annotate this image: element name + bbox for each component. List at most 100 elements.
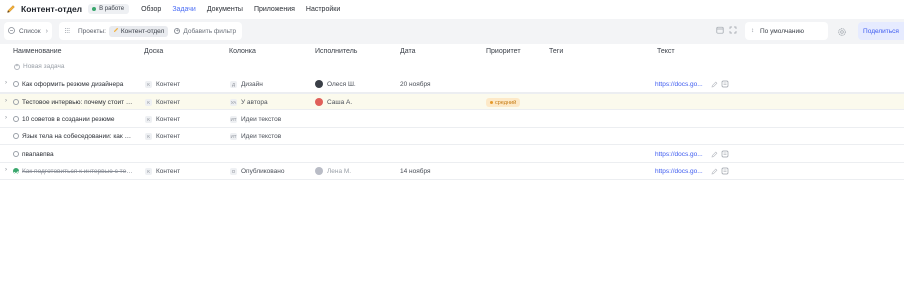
text-link[interactable]: https://docs.go... — [655, 168, 704, 175]
table-row[interactable]: › Тестовое интервью: почему стоит пр... … — [0, 93, 904, 110]
column-icon: О — [230, 168, 237, 175]
board-icon: К — [145, 116, 152, 123]
date-cell[interactable]: 14 ноября — [400, 168, 431, 175]
assignee-cell[interactable]: Лена М. — [327, 168, 351, 175]
edit-icon[interactable] — [710, 167, 718, 175]
table-row[interactable]: Язык тела на собеседовании: как пр... К … — [0, 128, 904, 145]
sort-icon: ↕ — [751, 28, 754, 34]
document-icon[interactable] — [721, 150, 729, 158]
nav-overview[interactable]: Обзор — [141, 6, 161, 13]
nav-documents[interactable]: Документы — [207, 6, 243, 13]
new-task-label: Новая задача — [23, 63, 65, 70]
board-cell[interactable]: Контент — [156, 99, 180, 106]
table-row[interactable]: пвапавпва https://docs.go... — [0, 146, 904, 163]
col-header-board[interactable]: Доска — [144, 48, 163, 55]
task-status-circle[interactable] — [13, 81, 19, 87]
expand-arrow-icon[interactable]: › — [5, 167, 7, 173]
column-cell[interactable]: У автора — [241, 99, 268, 106]
col-header-assignee[interactable]: Исполнитель — [315, 48, 357, 55]
calendar-icon[interactable] — [714, 24, 725, 35]
date-cell[interactable]: 20 ноября — [400, 81, 431, 88]
col-header-column[interactable]: Колонка — [229, 48, 256, 55]
filter-icon — [64, 27, 71, 36]
board-icon: К — [145, 168, 152, 175]
edit-icon[interactable] — [710, 150, 718, 158]
view-tools — [714, 24, 740, 35]
column-cell[interactable]: Опубликовано — [241, 168, 285, 175]
project-title: Контент-отдел — [21, 4, 83, 14]
plus-icon: + — [174, 27, 181, 34]
board-cell[interactable]: Контент — [156, 116, 180, 123]
table-row[interactable]: › Как подготовиться к интервью с теп... … — [0, 163, 904, 180]
table-header: Наименование Доска Колонка Исполнитель Д… — [0, 46, 904, 58]
column-icon: ИТ — [230, 116, 237, 123]
nav-settings[interactable]: Настройки — [306, 6, 340, 13]
task-status-circle[interactable] — [13, 133, 19, 139]
task-name[interactable]: пвапавпва — [22, 151, 133, 158]
status-badge[interactable]: В работе — [88, 4, 130, 14]
board-cell[interactable]: Контент — [156, 168, 180, 175]
text-link[interactable]: https://docs.go... — [655, 151, 704, 158]
priority-badge[interactable]: средний — [486, 98, 521, 107]
board-icon: К — [145, 133, 152, 140]
pencil-icon — [113, 27, 119, 35]
task-status-circle[interactable] — [13, 151, 19, 157]
plus-icon: + — [14, 63, 20, 70]
document-icon[interactable] — [721, 167, 729, 175]
expand-arrow-icon[interactable]: › — [5, 80, 7, 86]
column-cell[interactable]: Дизайн — [241, 81, 263, 88]
filter-bar: Проекты: Контент-отдел + Добавить фильтр — [59, 22, 242, 40]
column-cell[interactable]: Идеи текстов — [241, 133, 281, 140]
new-task-button[interactable]: + Новая задача — [14, 63, 65, 70]
projects-filter-label: Проекты: — [78, 27, 106, 35]
expand-arrow-icon[interactable]: › — [5, 98, 7, 104]
sort-label: По умолчанию — [760, 27, 804, 35]
column-cell[interactable]: Идеи текстов — [241, 116, 281, 123]
task-name[interactable]: Как подготовиться к интервью с теп... — [22, 168, 133, 175]
task-done-icon[interactable] — [13, 168, 19, 174]
edit-icon[interactable] — [710, 80, 718, 88]
expand-icon[interactable] — [727, 24, 738, 35]
sort-select[interactable]: ↕ По умолчанию — [745, 22, 828, 40]
task-name[interactable]: Язык тела на собеседовании: как пр... — [22, 133, 133, 140]
project-filter-chip[interactable]: Контент-отдел — [108, 25, 169, 37]
col-header-tags[interactable]: Теги — [549, 48, 563, 55]
main-nav: Обзор Задачи Документы Приложения Настро… — [141, 6, 351, 13]
share-button[interactable]: Поделиться — [858, 22, 904, 40]
col-header-text[interactable]: Текст — [657, 48, 675, 55]
board-cell[interactable]: Контент — [156, 133, 180, 140]
view-select[interactable]: Список › — [4, 22, 52, 40]
list-icon — [8, 26, 15, 36]
gear-icon[interactable] — [836, 26, 847, 37]
task-status-circle[interactable] — [13, 116, 19, 122]
task-name[interactable]: Как оформить резюме дизайнера — [22, 81, 133, 88]
avatar — [315, 167, 323, 175]
nav-apps[interactable]: Приложения — [254, 6, 295, 13]
view-label: Список — [19, 27, 41, 35]
expand-arrow-icon[interactable]: › — [5, 115, 7, 121]
column-icon: УА — [230, 99, 237, 106]
col-header-date[interactable]: Дата — [400, 48, 416, 55]
add-filter-button[interactable]: + Добавить фильтр — [174, 28, 236, 35]
task-name[interactable]: 10 советов в создании резюме — [22, 116, 133, 123]
document-icon[interactable] — [721, 80, 729, 88]
board-icon: К — [145, 81, 152, 88]
column-icon: ИТ — [230, 133, 237, 140]
chevron-right-icon: › — [45, 27, 48, 35]
table-row[interactable]: › 10 советов в создании резюме К Контент… — [0, 111, 904, 128]
priority-dot-icon — [490, 101, 493, 104]
task-name[interactable]: Тестовое интервью: почему стоит пр... — [22, 99, 133, 106]
assignee-cell[interactable]: Саша А. — [327, 99, 352, 106]
task-status-circle[interactable] — [13, 99, 19, 105]
text-link[interactable]: https://docs.go... — [655, 81, 704, 88]
priority-label: средний — [495, 99, 517, 106]
pencil-icon — [6, 4, 16, 14]
assignee-cell[interactable]: Олеся Ш. — [327, 81, 356, 88]
nav-tasks[interactable]: Задачи — [172, 6, 196, 13]
board-cell[interactable]: Контент — [156, 81, 180, 88]
table-row[interactable]: › Как оформить резюме дизайнера К Контен… — [0, 76, 904, 93]
top-bar: Контент-отдел В работе Обзор Задачи Доку… — [0, 0, 904, 18]
col-header-priority[interactable]: Приоритет — [486, 48, 521, 55]
status-label: В работе — [99, 6, 125, 12]
col-header-name[interactable]: Наименование — [13, 48, 62, 55]
